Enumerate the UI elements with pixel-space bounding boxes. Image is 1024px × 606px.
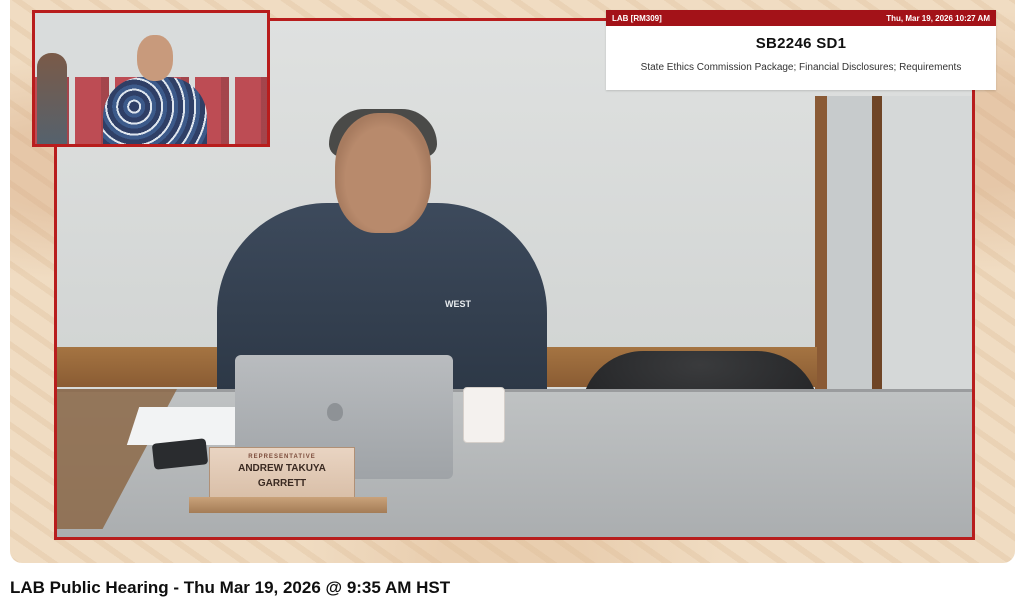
room-label: LAB [RM309] <box>612 13 662 23</box>
datetime-label: Thu, Mar 19, 2026 10:27 AM <box>886 13 990 23</box>
hearing-room-door-frame <box>872 96 972 426</box>
nameplate-role: REPRESENTATIVE <box>248 454 316 460</box>
picture-in-picture-feed <box>32 10 270 147</box>
bill-number: SB2246 SD1 <box>755 35 847 52</box>
jacket-logo: WEST <box>445 299 471 309</box>
nameplate-base <box>189 497 387 513</box>
nameplate-name-line2: GARRETT <box>257 478 307 489</box>
bill-info-overlay: LAB [RM309] Thu, Mar 19, 2026 10:27 AM S… <box>606 10 996 90</box>
info-header-bar: LAB [RM309] Thu, Mar 19, 2026 10:27 AM <box>606 10 996 26</box>
nameplate-name-line1: ANDREW TAKUYA <box>238 463 326 474</box>
speaker-head <box>335 113 431 233</box>
bill-description: State Ethics Commission Package; Financi… <box>640 62 962 73</box>
testifier-person <box>103 35 207 144</box>
testifier-shirt <box>103 77 207 144</box>
testifier-head <box>137 35 173 81</box>
video-title[interactable]: LAB Public Hearing - Thu Mar 19, 2026 @ … <box>10 578 450 598</box>
nameplate: REPRESENTATIVE ANDREW TAKUYA GARRETT <box>209 447 355 499</box>
video-player[interactable]: WEST REPRESENTATIVE ANDREW TAKUYA GARRET… <box>10 0 1015 563</box>
coffee-mug <box>463 387 505 443</box>
audience-member <box>37 53 67 144</box>
